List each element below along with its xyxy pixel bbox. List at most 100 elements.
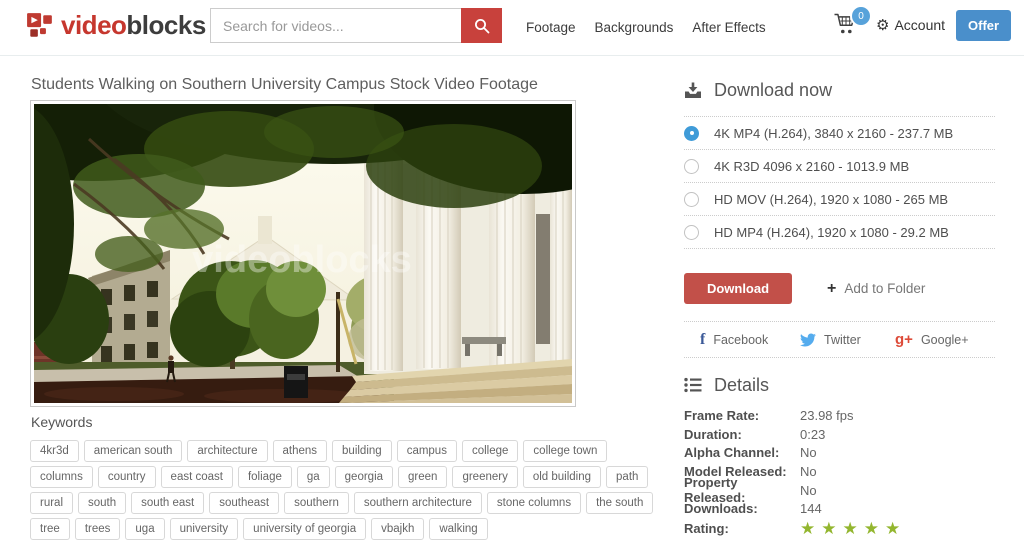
actions-row: Download + Add to Folder: [684, 273, 995, 304]
keyword-tag[interactable]: 4kr3d: [30, 440, 79, 462]
keyword-tag[interactable]: green: [398, 466, 448, 488]
star-icon: ★: [842, 519, 858, 539]
keyword-tag[interactable]: american south: [83, 440, 183, 462]
keyword-tag[interactable]: building: [332, 440, 392, 462]
download-option-label: 4K R3D 4096 x 2160 - 1013.9 MB: [714, 158, 910, 174]
detail-label: Frame Rate:: [684, 407, 760, 423]
keyword-tag[interactable]: university: [169, 518, 239, 540]
keyword-tag[interactable]: rural: [30, 492, 74, 514]
details-table: Frame Rate: 23.98 fps Duration: 0:23 Alp…: [684, 406, 995, 518]
keyword-tag[interactable]: southeast: [209, 492, 280, 514]
videoblocks-logo-icon: [27, 12, 52, 37]
star-icon: ★: [821, 519, 837, 539]
videoblocks-logo[interactable]: videoblocks: [26, 10, 206, 41]
keyword-tag[interactable]: south east: [131, 492, 205, 514]
star-icon: ★: [800, 519, 816, 539]
nav-item[interactable]: After Effects: [692, 20, 765, 35]
detail-value: No: [800, 482, 817, 498]
keyword-tag[interactable]: architecture: [187, 440, 268, 462]
keyword-tag[interactable]: athens: [272, 440, 328, 462]
keyword-tag[interactable]: southern: [284, 492, 349, 514]
radio-button[interactable]: [684, 224, 699, 240]
social-share-row: f Facebook Twitter g+ Google+: [684, 322, 995, 357]
rating-row: Rating: ★ ★ ★ ★ ★: [684, 520, 995, 537]
sidebar: Download now 4K MP4 (H.264), 3840 x 2160…: [684, 70, 995, 537]
detail-value: No: [800, 463, 817, 479]
header: videoblocks Footage Backgrounds After Effe…: [0, 0, 1024, 56]
detail-row: Alpha Channel: No: [684, 443, 995, 462]
twitter-share-button[interactable]: Twitter: [800, 333, 861, 347]
keyword-tag[interactable]: southern architecture: [353, 492, 482, 514]
keyword-tag[interactable]: path: [606, 466, 649, 488]
keyword-tag[interactable]: columns: [30, 466, 93, 488]
search-icon: [474, 18, 489, 33]
download-option[interactable]: HD MOV (H.264), 1920 x 1080 - 265 MB: [684, 183, 995, 216]
video-preview-image: videoblocks: [34, 104, 572, 403]
radio-button[interactable]: [684, 191, 699, 207]
keyword-tag[interactable]: uga: [125, 518, 165, 540]
googleplus-icon: g+: [895, 331, 913, 348]
keyword-tag[interactable]: college: [461, 440, 519, 462]
keyword-tag[interactable]: greenery: [452, 466, 518, 488]
radio-button[interactable]: [684, 125, 699, 141]
nav-item[interactable]: Footage: [526, 20, 576, 35]
facebook-icon: f: [700, 330, 706, 348]
keyword-tag[interactable]: vbajkh: [371, 518, 425, 540]
keyword-tag[interactable]: georgia: [334, 466, 394, 488]
keyword-tag[interactable]: east coast: [160, 466, 233, 488]
details-heading: Details: [684, 373, 995, 397]
download-option[interactable]: HD MP4 (H.264), 1920 x 1080 - 29.2 MB: [684, 216, 995, 249]
keyword-tag[interactable]: ga: [296, 466, 330, 488]
detail-label: Alpha Channel:: [684, 445, 780, 461]
rating-stars[interactable]: ★ ★ ★ ★ ★: [800, 520, 900, 537]
keyword-tag[interactable]: campus: [396, 440, 457, 462]
keyword-tag[interactable]: country: [97, 466, 156, 488]
detail-row: Frame Rate: 23.98 fps: [684, 406, 995, 425]
logo-text-video: video: [61, 10, 127, 40]
download-option-label: 4K MP4 (H.264), 3840 x 2160 - 237.7 MB: [714, 125, 954, 141]
add-to-folder-button[interactable]: + Add to Folder: [827, 279, 925, 297]
logo-text-blocks: blocks: [126, 10, 206, 40]
download-button[interactable]: Download: [684, 273, 792, 304]
trash-can: [284, 366, 308, 398]
radio-button[interactable]: [684, 158, 699, 174]
keywords-list: 4kr3d american south architecture athens bui…: [30, 440, 654, 540]
video-preview-frame[interactable]: videoblocks: [30, 100, 576, 407]
keyword-tag[interactable]: university of georgia: [243, 518, 367, 540]
keyword-tag[interactable]: stone columns: [486, 492, 582, 514]
search-input[interactable]: [210, 8, 461, 43]
detail-value: 23.98 fps: [800, 407, 854, 423]
divider: [684, 357, 995, 358]
googleplus-share-button[interactable]: g+ Google+: [895, 331, 969, 348]
offer-button[interactable]: Offer: [956, 10, 1012, 41]
download-option[interactable]: 4K R3D 4096 x 2160 - 1013.9 MB: [684, 150, 995, 183]
detail-row: Duration: 0:23: [684, 425, 995, 444]
detail-value: 144: [800, 501, 822, 517]
detail-row: Property Released: No: [684, 475, 995, 505]
keyword-tag[interactable]: tree: [30, 518, 70, 540]
keyword-tag[interactable]: old building: [522, 466, 602, 488]
keyword-tag[interactable]: trees: [74, 518, 121, 540]
keyword-tag[interactable]: south: [78, 492, 127, 514]
plus-icon: +: [827, 279, 837, 297]
account-button[interactable]: ⚙ Account: [876, 17, 945, 33]
main-nav: Footage Backgrounds After Effects: [526, 0, 766, 55]
twitter-icon: [800, 333, 816, 346]
cart-button[interactable]: 0: [833, 5, 872, 42]
star-icon: ★: [863, 519, 879, 539]
keyword-tag[interactable]: college town: [523, 440, 608, 462]
keyword-tag[interactable]: foliage: [237, 466, 292, 488]
detail-label: Downloads:: [684, 501, 758, 517]
cart-count-badge: 0: [850, 5, 872, 27]
page-title: Students Walking on Southern University …: [31, 76, 538, 93]
download-now-heading: Download now: [684, 78, 995, 102]
rating-label: Rating:: [684, 521, 729, 537]
nav-item[interactable]: Backgrounds: [595, 20, 674, 35]
facebook-share-button[interactable]: f Facebook: [700, 331, 768, 349]
keyword-tag[interactable]: walking: [429, 518, 488, 540]
detail-label: Duration:: [684, 426, 742, 442]
star-icon: ★: [885, 519, 901, 539]
download-option[interactable]: 4K MP4 (H.264), 3840 x 2160 - 237.7 MB: [684, 117, 995, 150]
search-button[interactable]: [461, 8, 502, 43]
keyword-tag[interactable]: the south: [586, 492, 654, 514]
